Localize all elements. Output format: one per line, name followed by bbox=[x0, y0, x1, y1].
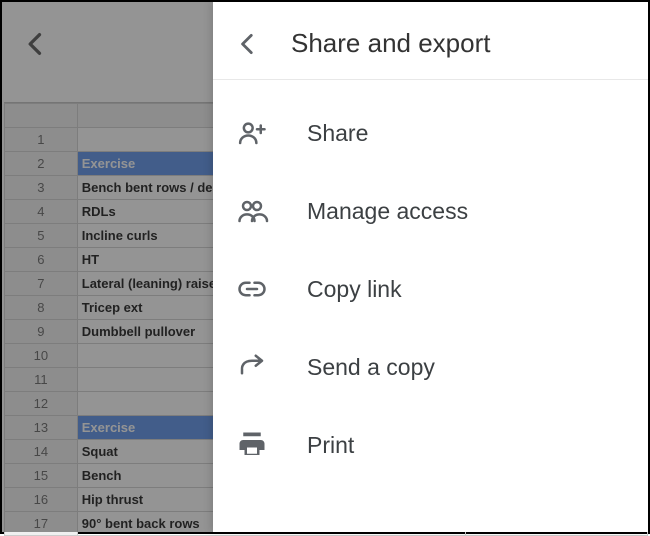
menu-item-label: Share bbox=[307, 120, 368, 147]
panel-menu: Share Manage access Copy link Send a cop… bbox=[213, 80, 648, 498]
panel-back-button[interactable] bbox=[235, 31, 261, 57]
menu-item-manage-access[interactable]: Manage access bbox=[213, 172, 648, 250]
menu-item-print[interactable]: Print bbox=[213, 406, 648, 484]
panel-title: Share and export bbox=[291, 28, 490, 59]
print-icon bbox=[235, 430, 269, 460]
panel-header: Share and export bbox=[213, 2, 648, 80]
menu-item-label: Manage access bbox=[307, 198, 468, 225]
menu-item-copy-link[interactable]: Copy link bbox=[213, 250, 648, 328]
menu-item-label: Copy link bbox=[307, 276, 402, 303]
share-export-panel: Share and export Share Manage access Cop… bbox=[213, 2, 648, 532]
menu-item-send-a-copy[interactable]: Send a copy bbox=[213, 328, 648, 406]
menu-item-label: Print bbox=[307, 432, 354, 459]
person-add-icon bbox=[235, 118, 269, 148]
link-icon bbox=[235, 274, 269, 304]
people-icon bbox=[235, 196, 269, 226]
menu-item-share[interactable]: Share bbox=[213, 94, 648, 172]
menu-item-label: Send a copy bbox=[307, 354, 435, 381]
send-copy-icon bbox=[235, 352, 269, 382]
